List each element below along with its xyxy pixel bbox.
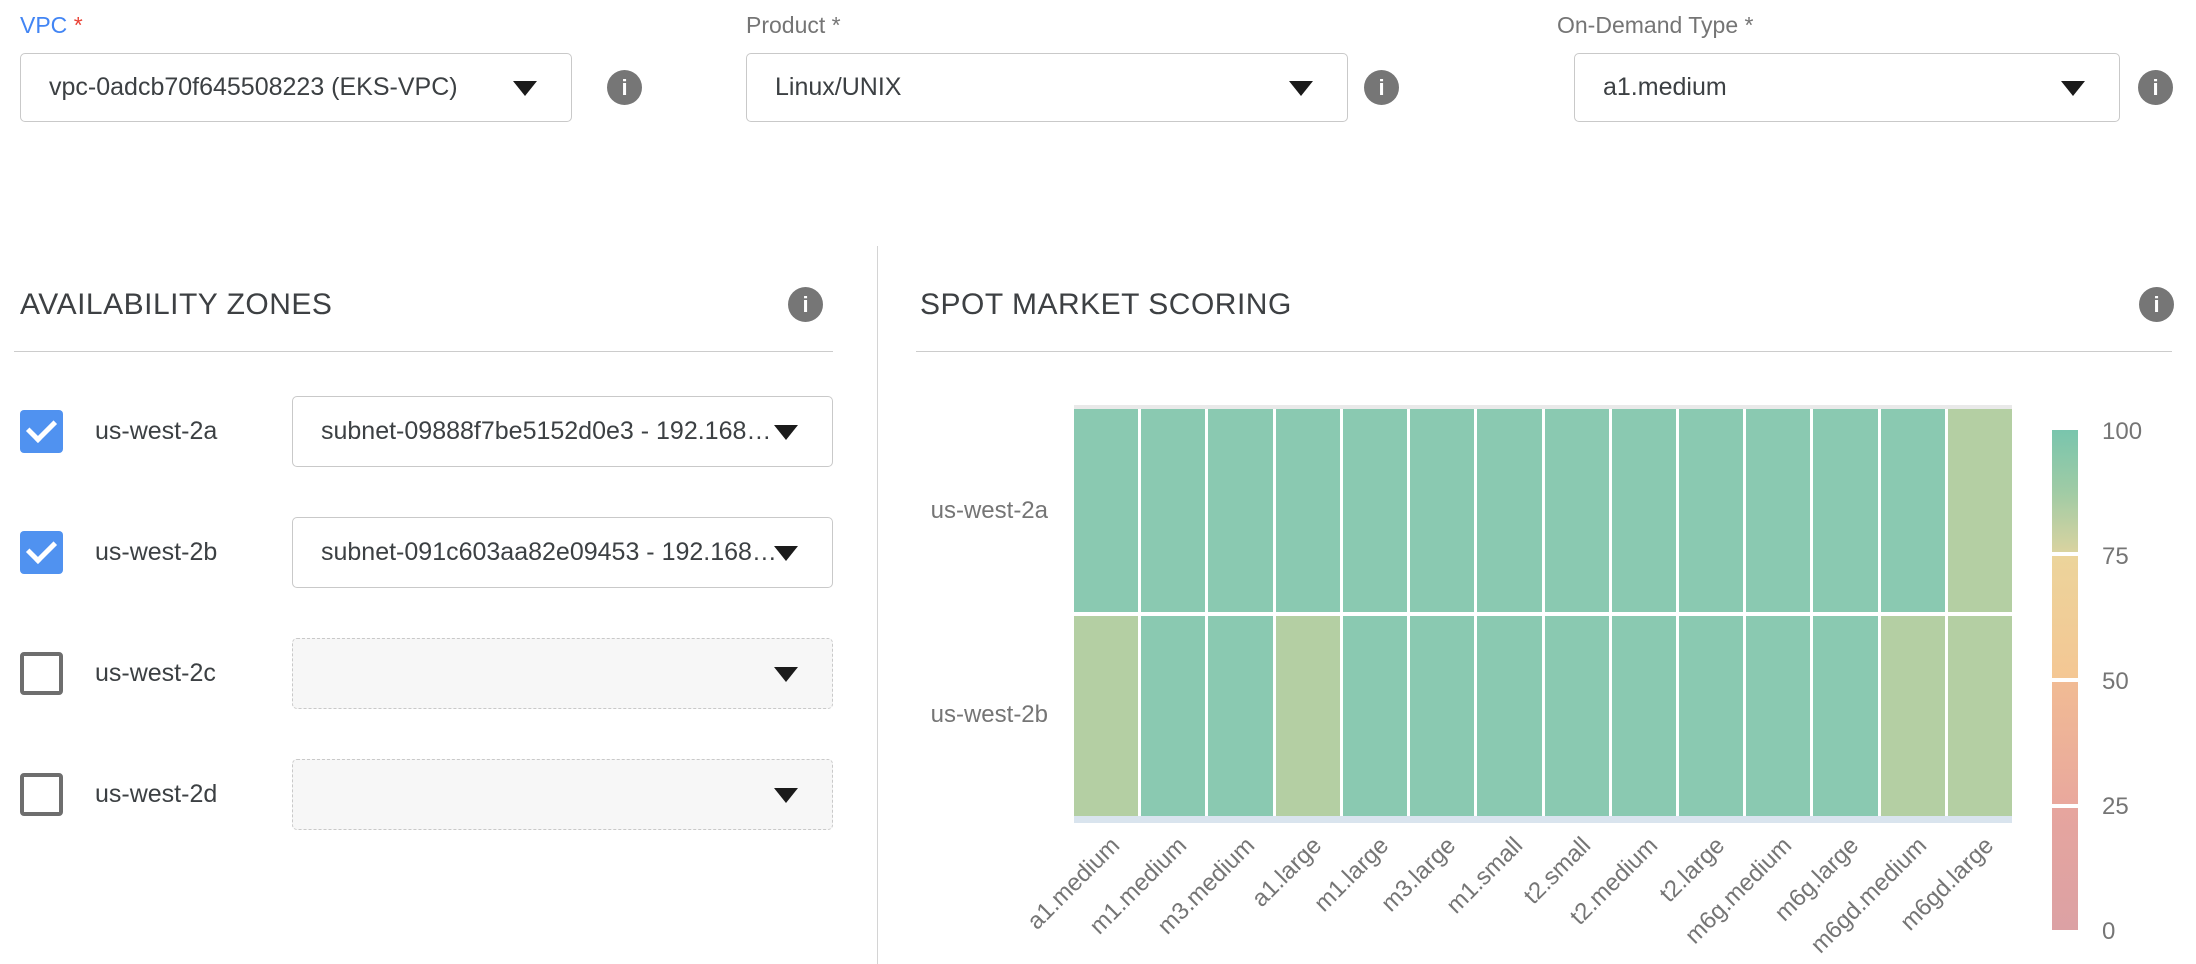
y-axis-label: us-west-2b [848,701,1048,729]
az-row: us-west-2d [0,759,877,830]
zone-label: us-west-2a [95,396,217,467]
availability-zones-divider [14,351,833,352]
colorbar-tick-label: 25 [2102,793,2129,821]
availability-zones-info-icon[interactable]: i [788,287,823,322]
colorbar-tick-label: 100 [2102,418,2142,446]
on-demand-type-label: On-Demand Type * [1557,12,1753,39]
heatmap-cell [1343,616,1407,816]
subnet-select-value: subnet-09888f7be5152d0e3 - 192.168… [321,417,771,446]
vpc-label: VPC * [20,12,83,39]
chevron-down-icon [513,81,537,96]
zone-checkbox[interactable] [20,410,63,453]
zone-label: us-west-2b [95,517,217,588]
chevron-down-icon [2061,81,2085,96]
colorbar-segment [2052,556,2078,678]
heatmap-cell [1276,616,1340,816]
heatmap-cell [1813,409,1877,612]
heatmap-cell [1746,409,1810,612]
vpc-required-mark: * [74,12,83,38]
colorbar-segment [2052,808,2078,930]
vpc-select[interactable]: vpc-0adcb70f645508223 (EKS-VPC) [20,53,572,122]
heatmap-cell [1208,616,1272,816]
heatmap-cell [1679,616,1743,816]
subnet-select[interactable]: subnet-091c603aa82e09453 - 192.168… [292,517,833,588]
heatmap-cell [1141,409,1205,612]
chevron-down-icon [774,788,798,803]
zone-checkbox[interactable] [20,773,63,816]
subnet-select[interactable] [292,759,833,830]
chevron-down-icon [774,425,798,440]
availability-zones-title: AVAILABILITY ZONES [20,288,332,322]
colorbar-tick-label: 75 [2102,543,2129,571]
zone-checkbox[interactable] [20,652,63,695]
az-row: us-west-2a subnet-09888f7be5152d0e3 - 19… [0,396,877,467]
on-demand-type-label-text: On-Demand Type [1557,12,1738,38]
product-required-mark: * [832,12,841,38]
x-axis-label: a1.medium [972,832,1126,964]
heatmap-cell [1074,616,1138,816]
y-axis-label: us-west-2a [848,497,1048,525]
heatmap-cell [1813,616,1877,816]
heatmap-cell [1881,409,1945,612]
checkmark-icon [26,412,57,443]
heatmap-cell [1746,616,1810,816]
subnet-select-value: subnet-091c603aa82e09453 - 192.168… [321,538,777,567]
vpc-info-icon[interactable]: i [607,70,642,105]
zone-label: us-west-2d [95,759,217,830]
heatmap-cell [1612,409,1676,612]
heatmap-cell [1881,616,1945,816]
on-demand-type-select[interactable]: a1.medium [1574,53,2120,122]
heatmap-cell [1410,409,1474,612]
on-demand-type-info-icon[interactable]: i [2138,70,2173,105]
chevron-down-icon [1289,81,1313,96]
vertical-divider [877,246,878,964]
spot-market-scoring-title: SPOT MARKET SCORING [920,288,1292,322]
spot-market-scoring-info-icon[interactable]: i [2139,287,2174,322]
heatmap-bottom-edge [1074,816,2012,823]
heatmap-cell [1208,409,1272,612]
heatmap-cell [1948,616,2012,816]
colorbar-segment [2052,430,2078,552]
heatmap-cell [1948,409,2012,612]
heatmap-cell [1477,409,1541,612]
product-label: Product * [746,12,841,39]
colorbar-tick-label: 50 [2102,668,2129,696]
heatmap-cell [1545,409,1609,612]
product-select[interactable]: Linux/UNIX [746,53,1348,122]
checkmark-icon [26,533,57,564]
vpc-label-text: VPC [20,12,67,38]
heatmap-cell [1276,409,1340,612]
heatmap-grid [1074,409,2012,816]
chevron-down-icon [774,546,798,561]
heatmap-cell [1410,616,1474,816]
spot-market-scoring-divider [916,351,2172,352]
heatmap-cell [1612,616,1676,816]
heatmap-cell [1477,616,1541,816]
zone-label: us-west-2c [95,638,216,709]
heatmap-cell [1679,409,1743,612]
subnet-select[interactable]: subnet-09888f7be5152d0e3 - 192.168… [292,396,833,467]
heatmap-cell [1545,616,1609,816]
heatmap-cell [1074,409,1138,612]
heatmap-cell [1141,616,1205,816]
heatmap-cell [1343,409,1407,612]
az-row: us-west-2c [0,638,877,709]
vpc-select-value: vpc-0adcb70f645508223 (EKS-VPC) [49,73,458,102]
product-label-text: Product [746,12,825,38]
spot-configuration-page: VPC * vpc-0adcb70f645508223 (EKS-VPC) i … [0,0,2196,964]
colorbar-segment [2052,682,2078,804]
zone-checkbox[interactable] [20,531,63,574]
on-demand-type-select-value: a1.medium [1603,73,1727,102]
subnet-select[interactable] [292,638,833,709]
product-select-value: Linux/UNIX [775,73,901,102]
colorbar-tick-label: 0 [2102,918,2115,946]
chevron-down-icon [774,667,798,682]
product-info-icon[interactable]: i [1364,70,1399,105]
on-demand-type-required-mark: * [1745,12,1754,38]
az-row: us-west-2b subnet-091c603aa82e09453 - 19… [0,517,877,588]
